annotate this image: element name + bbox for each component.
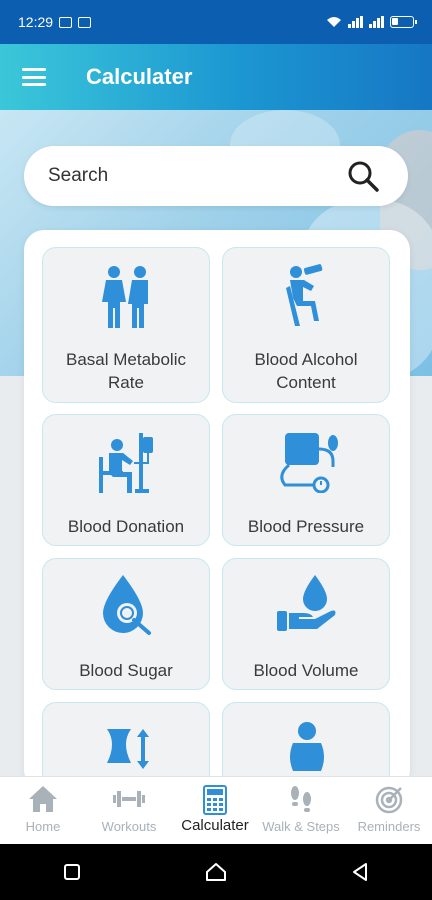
target-icon bbox=[375, 786, 403, 814]
mail-notification-icon bbox=[59, 16, 73, 28]
home-button[interactable] bbox=[196, 852, 236, 892]
status-time: 12:29 bbox=[18, 14, 54, 30]
back-triangle-icon bbox=[353, 863, 367, 881]
search-icon[interactable] bbox=[346, 159, 380, 193]
battery-icon bbox=[390, 16, 417, 28]
couple-icon bbox=[102, 266, 148, 328]
drinking-person-icon bbox=[286, 264, 323, 326]
tile-blood-pressure[interactable]: Blood Pressure bbox=[222, 414, 390, 546]
square-icon bbox=[64, 864, 80, 880]
tile-label: Blood Sugar bbox=[79, 661, 173, 680]
calculator-grid: Basal Metabolic Rate Blood Alcohol Conte… bbox=[24, 230, 410, 790]
nav-label: Home bbox=[25, 819, 61, 834]
tile-blood-alcohol-content[interactable]: Blood Alcohol Content bbox=[222, 247, 390, 403]
tile-basal-metabolic-rate[interactable]: Basal Metabolic Rate bbox=[42, 247, 210, 403]
tile-blood-donation[interactable]: Blood Donation bbox=[42, 414, 210, 546]
nav-walk-steps[interactable]: Walk & Steps bbox=[258, 777, 344, 845]
nav-calculater[interactable]: Calculater bbox=[172, 777, 258, 845]
tile-label: Blood Pressure bbox=[247, 517, 365, 536]
back-button[interactable] bbox=[340, 852, 380, 892]
bottom-navigation: Home Workouts Calculater Walk & Steps Re… bbox=[0, 776, 432, 844]
status-right bbox=[326, 16, 417, 28]
nav-label: Calculater bbox=[181, 817, 249, 834]
page-title: Calculater bbox=[86, 64, 193, 89]
tile-label: Basal Metabolic Rate bbox=[65, 350, 186, 392]
hand-drop-icon bbox=[277, 575, 336, 631]
house-outline-icon bbox=[206, 863, 226, 881]
search-bar[interactable]: Search bbox=[24, 146, 408, 206]
nav-home[interactable]: Home bbox=[0, 777, 86, 845]
signal-icon-2 bbox=[369, 16, 384, 28]
status-bar: 12:29 bbox=[0, 0, 432, 44]
person-icon bbox=[290, 722, 324, 771]
dumbbell-icon bbox=[113, 791, 145, 807]
calculator-icon bbox=[203, 785, 227, 815]
tile-label: Blood Alcohol Content bbox=[254, 350, 358, 392]
blood-pressure-icon bbox=[280, 433, 338, 493]
blood-drop-magnifier-icon bbox=[103, 575, 151, 635]
nav-workouts[interactable]: Workouts bbox=[86, 777, 172, 845]
tile-blood-volume[interactable]: Blood Volume bbox=[222, 558, 390, 690]
nav-reminders[interactable]: Reminders bbox=[346, 777, 432, 845]
blood-donation-icon bbox=[99, 433, 153, 493]
recent-apps-button[interactable] bbox=[52, 852, 92, 892]
signal-icon bbox=[348, 16, 363, 28]
status-left: 12:29 bbox=[18, 14, 92, 30]
tile-label: Blood Volume bbox=[253, 661, 359, 680]
tile-label: Blood Donation bbox=[67, 517, 185, 536]
home-icon bbox=[29, 786, 57, 812]
nav-label: Workouts bbox=[101, 819, 157, 834]
tile-blood-sugar[interactable]: Blood Sugar bbox=[42, 558, 210, 690]
search-input[interactable]: Search bbox=[48, 165, 346, 187]
footsteps-icon bbox=[291, 786, 311, 812]
nav-label: Reminders bbox=[357, 819, 421, 834]
wifi-icon bbox=[327, 17, 341, 27]
waist-measure-icon bbox=[107, 729, 149, 769]
menu-icon[interactable] bbox=[22, 68, 46, 86]
nav-label: Walk & Steps bbox=[262, 819, 340, 834]
image-notification-icon bbox=[78, 16, 92, 28]
system-navigation-bar bbox=[0, 844, 432, 900]
app-bar: Calculater bbox=[0, 44, 432, 110]
